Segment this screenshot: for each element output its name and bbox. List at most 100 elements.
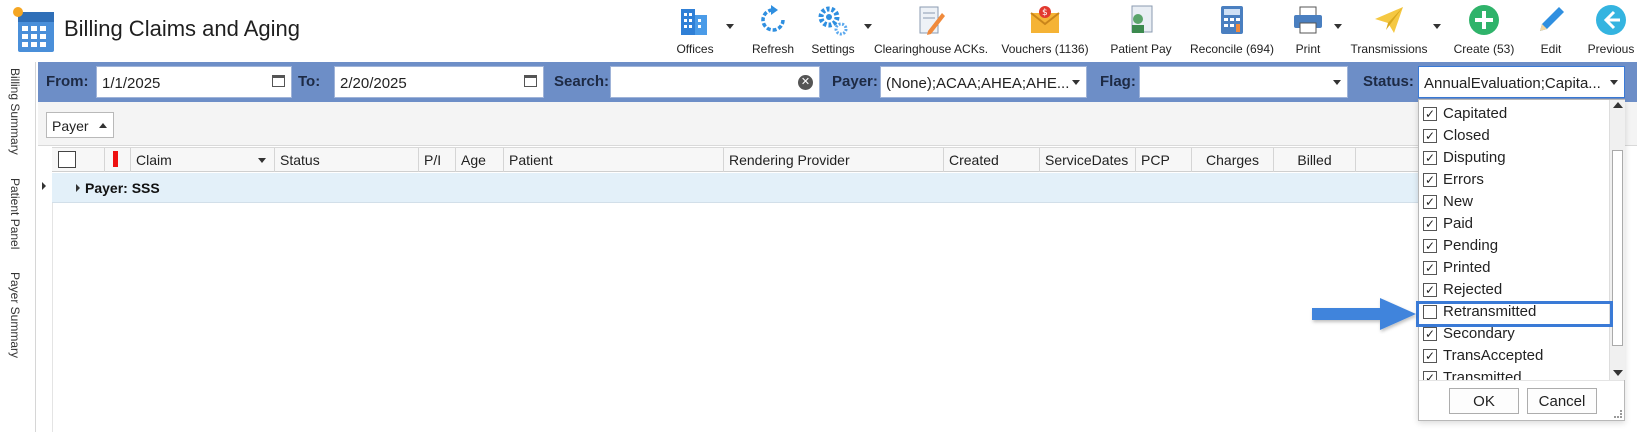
status-select[interactable]: AnnualEvaluation;Capita... (1418, 66, 1625, 98)
toolbar-create-button[interactable]: Create (53) (1451, 2, 1517, 58)
status-option-checkbox[interactable]: ✓ (1423, 151, 1437, 165)
toolbar-transmissions-button[interactable]: Transmissions (1351, 2, 1441, 58)
svg-text:$: $ (1042, 8, 1048, 18)
column-age[interactable]: Age (455, 148, 503, 172)
status-option-disputing[interactable]: ✓ Disputing (1423, 148, 1603, 170)
status-option-transaccepted[interactable]: ✓ TransAccepted (1423, 346, 1603, 368)
billing-app-icon (12, 4, 60, 54)
status-option-transmitted[interactable]: ✓ Transmitted (1423, 368, 1603, 380)
status-option-checkbox[interactable]: ✓ (1423, 107, 1437, 121)
status-option-label: New (1443, 193, 1474, 210)
patient-pay-icon (1123, 2, 1159, 38)
status-option-checkbox[interactable]: ✓ (1423, 217, 1437, 231)
calendar-icon[interactable] (524, 75, 537, 87)
scroll-down-icon[interactable] (1613, 370, 1623, 376)
status-option-printed[interactable]: ✓ Printed (1423, 258, 1603, 280)
from-label: From: (46, 73, 89, 90)
tab-payer-summary[interactable]: Payer Summary (8, 272, 22, 358)
status-option-closed[interactable]: ✓ Closed (1423, 126, 1603, 148)
group-by-payer-chip[interactable]: Payer (46, 112, 114, 138)
column-claim[interactable]: Claim (130, 148, 274, 172)
column-pi-label: P/I (424, 152, 442, 168)
column-claim-label: Claim (136, 152, 172, 168)
status-option-secondary[interactable]: ✓ Secondary (1423, 324, 1603, 346)
status-option-checkbox[interactable]: ✓ (1423, 239, 1437, 253)
from-date-field[interactable]: 1/1/2025 (96, 66, 292, 98)
sort-ascending-icon (99, 123, 107, 128)
column-patient-label: Patient (509, 152, 553, 168)
status-option-new[interactable]: ✓ New (1423, 192, 1603, 214)
column-pcp[interactable]: PCP (1135, 148, 1191, 172)
toolbar-edit-button[interactable]: Edit (1534, 2, 1568, 58)
column-pi[interactable]: P/I (418, 148, 455, 172)
paper-plane-icon (1371, 2, 1407, 38)
grid-column-header: Claim Status P/I Age Patient Rendering P… (52, 147, 1617, 172)
status-option-checkbox[interactable]: ✓ (1423, 327, 1437, 341)
status-option-capitated[interactable]: ✓ Capitated (1423, 104, 1603, 126)
column-created[interactable]: Created (943, 148, 1039, 172)
status-option-errors[interactable]: ✓ Errors (1423, 170, 1603, 192)
status-option-checkbox[interactable]: ✓ (1423, 283, 1437, 297)
scroll-up-icon[interactable] (1613, 102, 1623, 108)
column-flag[interactable] (104, 148, 130, 172)
chevron-down-icon[interactable] (1333, 80, 1341, 85)
offices-icon (677, 2, 713, 38)
cancel-button[interactable]: Cancel (1527, 388, 1597, 414)
filter-bar: From: 1/1/2025 To: 2/20/2025 Search: ✕ P… (38, 62, 1637, 102)
group-row-payer-sss[interactable]: Payer: SSS (52, 173, 1617, 203)
chevron-down-icon[interactable] (1334, 24, 1342, 29)
chevron-down-icon[interactable] (258, 158, 266, 163)
status-option-checkbox[interactable]: ✓ (1423, 261, 1437, 275)
column-billed[interactable]: Billed (1273, 148, 1355, 172)
status-option-checkbox[interactable]: ✓ (1423, 349, 1437, 363)
to-date-field[interactable]: 2/20/2025 (334, 66, 544, 98)
toolbar-vouchers-button[interactable]: $ Vouchers (1136) (1000, 2, 1090, 58)
tab-billing-summary[interactable]: Billing Summary (8, 68, 22, 155)
status-option-checkbox[interactable]: ✓ (1423, 371, 1437, 380)
column-service-dates[interactable]: ServiceDates (1039, 148, 1135, 172)
toolbar-reconcile-button[interactable]: Reconcile (694) (1190, 2, 1274, 58)
flag-icon (113, 151, 118, 167)
expand-row-icon[interactable] (42, 182, 46, 190)
chevron-down-icon[interactable] (726, 24, 734, 29)
status-option-label: Printed (1443, 259, 1491, 276)
status-option-checkbox[interactable]: ✓ (1423, 173, 1437, 187)
search-input[interactable]: ✕ (610, 66, 820, 98)
scrollbar-thumb[interactable] (1612, 150, 1623, 346)
chevron-down-icon[interactable] (864, 24, 872, 29)
column-age-label: Age (461, 152, 486, 168)
column-created-label: Created (949, 152, 999, 168)
payer-select[interactable]: (None);ACAA;AHEA;AHE... (880, 66, 1087, 98)
clear-search-icon[interactable]: ✕ (798, 75, 813, 90)
status-option-pending[interactable]: ✓ Pending (1423, 236, 1603, 258)
toolbar-offices-button[interactable]: Offices (670, 2, 734, 58)
column-charges[interactable]: Charges (1191, 148, 1273, 172)
toolbar-previous-button[interactable]: Previous (1588, 2, 1634, 58)
toolbar-settings-button[interactable]: Settings (808, 2, 872, 58)
column-patient[interactable]: Patient (503, 148, 723, 172)
toolbar-refresh-button[interactable]: Refresh (750, 2, 796, 58)
expand-arrow-icon[interactable] (76, 184, 80, 192)
clearinghouse-icon (913, 2, 949, 38)
status-option-paid[interactable]: ✓ Paid (1423, 214, 1603, 236)
from-date-value: 1/1/2025 (102, 75, 161, 92)
toolbar-clearinghouse-button[interactable]: Clearinghouse ACKs. (874, 2, 988, 58)
chevron-down-icon[interactable] (1610, 80, 1618, 85)
tab-patient-panel[interactable]: Patient Panel (8, 178, 22, 249)
column-rendering-provider[interactable]: Rendering Provider (723, 148, 943, 172)
dropdown-scrollbar[interactable] (1609, 100, 1625, 380)
flag-select[interactable] (1139, 66, 1348, 98)
chevron-down-icon[interactable] (1433, 24, 1441, 29)
toolbar-patient-pay-button[interactable]: Patient Pay (1106, 2, 1176, 58)
status-option-checkbox[interactable]: ✓ (1423, 129, 1437, 143)
ok-button[interactable]: OK (1449, 388, 1519, 414)
calendar-icon[interactable] (272, 75, 285, 87)
select-all-checkbox[interactable] (58, 151, 76, 168)
toolbar-print-button[interactable]: Print (1288, 2, 1342, 58)
status-option-rejected[interactable]: ✓ Rejected (1423, 280, 1603, 302)
resize-grip-icon[interactable] (1614, 410, 1622, 418)
column-status[interactable]: Status (274, 148, 418, 172)
to-label: To: (298, 73, 321, 90)
status-option-checkbox[interactable]: ✓ (1423, 195, 1437, 209)
chevron-down-icon[interactable] (1072, 80, 1080, 85)
